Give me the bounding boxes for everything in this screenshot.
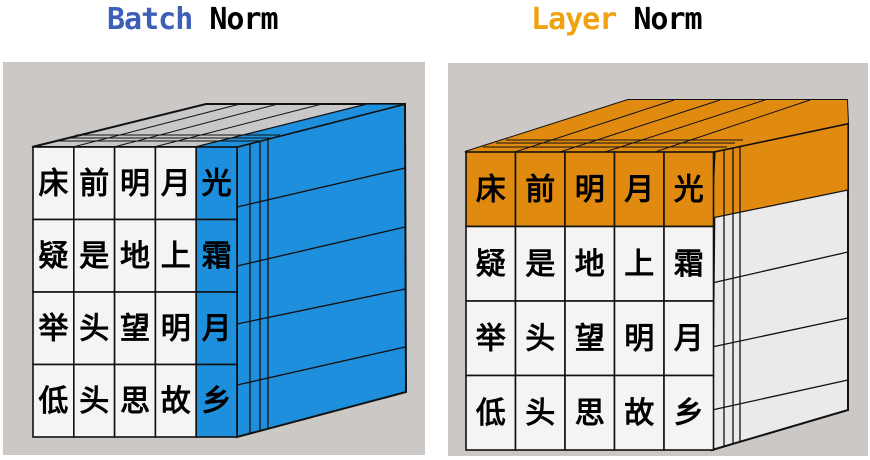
layer-char-0-3: 月: [624, 172, 654, 207]
layer-char-0-1: 前: [525, 172, 555, 207]
batch-char-3-4: 乡: [202, 384, 232, 419]
batch-char-3-3: 故: [161, 384, 192, 419]
layer-char-2-1: 头: [525, 321, 555, 356]
batch-char-2-3: 明: [161, 311, 191, 346]
layer-char-1-4: 霜: [674, 247, 704, 282]
batch-char-0-2: 明: [120, 166, 150, 201]
batch-char-1-2: 地: [120, 239, 150, 274]
batch-char-0-4: 光: [202, 166, 232, 201]
layer-char-3-0: 低: [475, 396, 506, 431]
layer-char-1-0: 疑: [476, 247, 506, 282]
batch-char-3-0: 低: [37, 384, 68, 419]
batch-char-3-1: 头: [79, 384, 109, 419]
norm-comparison-diagram: 床前明月光疑是地上霜举头望明月低头思故乡 床前明月光疑是地上 霜举 头 望 明 …: [3, 62, 868, 456]
batch-char-2-0: 举: [37, 311, 69, 346]
batch-norm-cube: 床前明月光疑是地上霜举头望明月低头思故乡: [31, 102, 408, 439]
batch-char-1-1: 是: [79, 239, 109, 274]
batch-front-grid: 床前明月光疑是地上霜举头望明月低头思故乡: [32, 146, 238, 438]
batch-char-1-0: 疑: [38, 239, 68, 274]
batch-char-0-1: 前: [79, 166, 109, 201]
layer-char-3-3: 故: [624, 396, 655, 431]
layer-char-1-3: 上: [624, 247, 654, 282]
layer-char-2-4: 月: [674, 321, 704, 356]
layer-norm-cube: 床前明月光疑是地上霜举头望明月低头思故乡: [464, 99, 850, 452]
layer-char-1-2: 地: [575, 247, 605, 282]
layer-char-2-2: 望: [575, 321, 605, 356]
layer-char-1-1: 是: [525, 247, 555, 282]
layer-char-3-1: 头: [525, 396, 555, 431]
batch-char-1-4: 霜: [202, 239, 232, 274]
batch-char-3-2: 思: [120, 384, 150, 419]
layer-front-grid: 床前明月光疑是地上霜举头望明月低头思故乡: [465, 151, 715, 451]
batch-char-1-3: 上: [161, 239, 191, 274]
layer-char-3-2: 思: [575, 396, 605, 431]
layer-char-0-4: 光: [674, 172, 704, 207]
layer-char-2-0: 举: [475, 321, 507, 356]
batch-char-0-0: 床: [38, 166, 68, 201]
layer-char-3-4: 乡: [674, 396, 704, 431]
layer-char-0-0: 床: [476, 172, 506, 207]
layer-char-2-3: 明: [624, 321, 654, 356]
batch-char-2-4: 月: [202, 311, 232, 346]
layer-char-0-2: 明: [575, 172, 605, 207]
batch-char-2-2: 望: [120, 311, 150, 346]
batch-char-0-3: 月: [161, 166, 191, 201]
batch-char-2-1: 头: [79, 311, 109, 346]
batch-cube-side: [236, 102, 408, 439]
